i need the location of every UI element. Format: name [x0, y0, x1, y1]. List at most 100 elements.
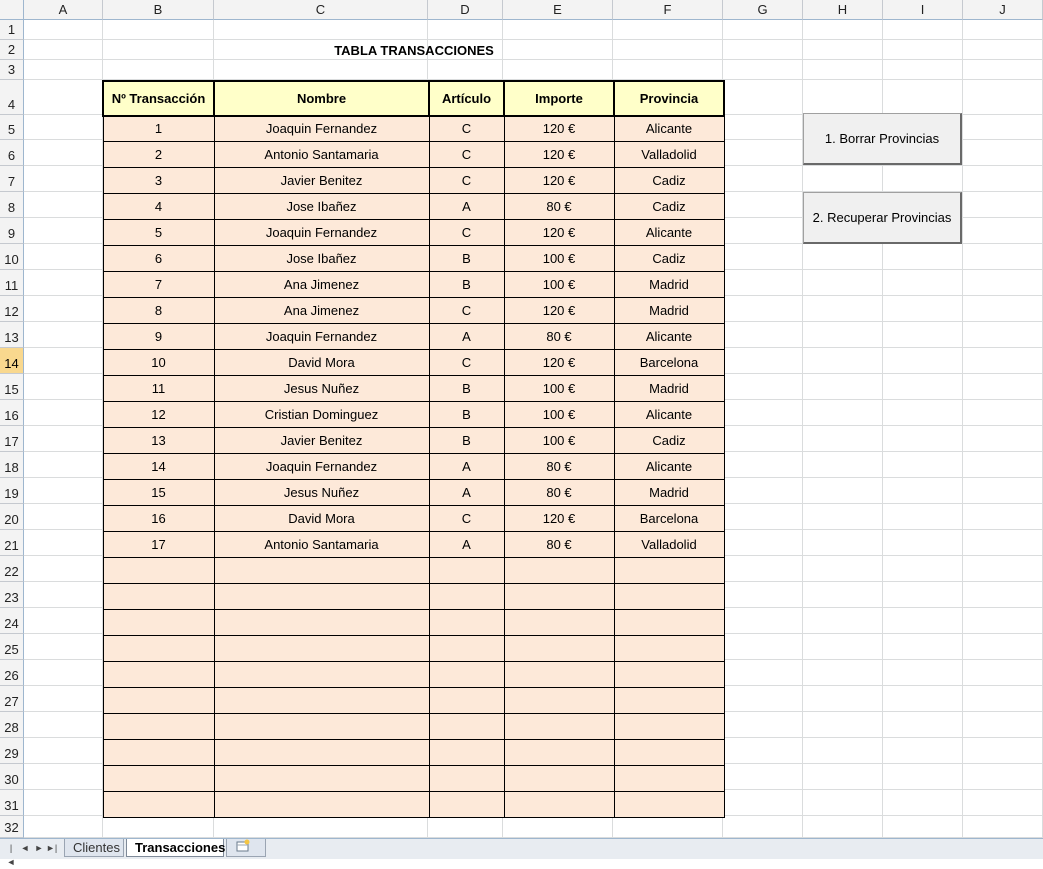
column-header-c[interactable]: C	[214, 0, 428, 20]
table-cell[interactable]: 7	[102, 270, 215, 298]
table-cell[interactable]: Jesus Nuñez	[213, 478, 430, 506]
table-cell[interactable]: Javier Benitez	[213, 426, 430, 454]
row-header-17[interactable]: 17	[0, 426, 24, 452]
empty-table-cell[interactable]	[503, 660, 615, 688]
empty-table-cell[interactable]	[428, 634, 505, 662]
empty-table-cell[interactable]	[102, 790, 215, 818]
row-header-25[interactable]: 25	[0, 634, 24, 660]
table-cell[interactable]: A	[428, 452, 505, 480]
table-cell[interactable]: 8	[102, 296, 215, 324]
empty-table-cell[interactable]	[503, 790, 615, 818]
empty-table-cell[interactable]	[102, 634, 215, 662]
empty-table-cell[interactable]	[428, 608, 505, 636]
select-all-corner[interactable]	[0, 0, 24, 20]
empty-table-cell[interactable]	[213, 660, 430, 688]
empty-table-cell[interactable]	[428, 556, 505, 584]
first-sheet-icon[interactable]: |◄	[6, 841, 16, 867]
table-cell[interactable]: Alicante	[613, 452, 725, 480]
table-cell[interactable]: Cadiz	[613, 166, 725, 194]
table-cell[interactable]: 80 €	[503, 322, 615, 350]
table-cell[interactable]: 12	[102, 400, 215, 428]
table-cell[interactable]: Joaquin Fernandez	[213, 218, 430, 246]
table-cell[interactable]: Barcelona	[613, 348, 725, 376]
row-header-18[interactable]: 18	[0, 452, 24, 478]
empty-table-cell[interactable]	[102, 686, 215, 714]
empty-table-cell[interactable]	[428, 660, 505, 688]
row-header-28[interactable]: 28	[0, 712, 24, 738]
empty-table-cell[interactable]	[613, 608, 725, 636]
empty-table-cell[interactable]	[503, 764, 615, 792]
table-cell[interactable]: Madrid	[613, 478, 725, 506]
table-cell[interactable]: Cadiz	[613, 244, 725, 272]
table-cell[interactable]: Javier Benitez	[213, 166, 430, 194]
empty-table-cell[interactable]	[503, 582, 615, 610]
empty-table-cell[interactable]	[102, 556, 215, 584]
table-cell[interactable]: Joaquin Fernandez	[213, 115, 430, 142]
empty-table-cell[interactable]	[428, 764, 505, 792]
empty-table-cell[interactable]	[613, 712, 725, 740]
column-header-b[interactable]: B	[103, 0, 214, 20]
row-header-2[interactable]: 2	[0, 40, 24, 60]
row-header-15[interactable]: 15	[0, 374, 24, 400]
empty-table-cell[interactable]	[213, 790, 430, 818]
table-cell[interactable]: 100 €	[503, 270, 615, 298]
table-cell[interactable]: 6	[102, 244, 215, 272]
empty-table-cell[interactable]	[428, 686, 505, 714]
column-header-j[interactable]: J	[963, 0, 1043, 20]
row-header-22[interactable]: 22	[0, 556, 24, 582]
table-cell[interactable]: Alicante	[613, 322, 725, 350]
table-cell[interactable]: Valladolid	[613, 530, 725, 558]
spreadsheet-grid[interactable]: ABCDEFGHIJ 1 2 3 4 5 6 7 8 9 10 11 12 13 14 15 16 17 18 19…	[0, 0, 1043, 838]
table-cell[interactable]: C	[428, 140, 505, 168]
row-header-13[interactable]: 13	[0, 322, 24, 348]
empty-table-cell[interactable]	[503, 686, 615, 714]
table-cell[interactable]: B	[428, 426, 505, 454]
table-cell[interactable]: Madrid	[613, 374, 725, 402]
table-cell[interactable]: 100 €	[503, 374, 615, 402]
column-header-h[interactable]: H	[803, 0, 883, 20]
table-cell[interactable]: C	[428, 218, 505, 246]
new-sheet-tab[interactable]	[226, 839, 266, 857]
table-cell[interactable]: Ana Jimenez	[213, 270, 430, 298]
table-cell[interactable]: Joaquin Fernandez	[213, 322, 430, 350]
tab-clientes[interactable]: Clientes	[64, 839, 124, 857]
table-cell[interactable]: Jose Ibañez	[213, 244, 430, 272]
row-header-26[interactable]: 26	[0, 660, 24, 686]
row-header-21[interactable]: 21	[0, 530, 24, 556]
header-amount[interactable]: Importe	[503, 80, 615, 117]
recuperar-provincias-button[interactable]: 2. Recuperar Provincias	[803, 192, 962, 244]
row-header-9[interactable]: 9	[0, 218, 24, 244]
table-cell[interactable]: 4	[102, 192, 215, 220]
empty-table-cell[interactable]	[613, 660, 725, 688]
table-cell[interactable]: Alicante	[613, 218, 725, 246]
empty-table-cell[interactable]	[613, 686, 725, 714]
row-header-6[interactable]: 6	[0, 140, 24, 166]
empty-table-cell[interactable]	[213, 712, 430, 740]
table-cell[interactable]: David Mora	[213, 504, 430, 532]
empty-table-cell[interactable]	[213, 634, 430, 662]
table-cell[interactable]: 16	[102, 504, 215, 532]
empty-table-cell[interactable]	[213, 582, 430, 610]
empty-table-cell[interactable]	[613, 738, 725, 766]
column-header-f[interactable]: F	[613, 0, 723, 20]
borrar-provincias-button[interactable]: 1. Borrar Provincias	[803, 113, 962, 165]
table-cell[interactable]: 5	[102, 218, 215, 246]
last-sheet-icon[interactable]: ►|	[46, 841, 57, 855]
table-cell[interactable]: 11	[102, 374, 215, 402]
empty-table-cell[interactable]	[213, 764, 430, 792]
table-cell[interactable]: C	[428, 296, 505, 324]
table-cell[interactable]: 15	[102, 478, 215, 506]
table-cell[interactable]: 120 €	[503, 504, 615, 532]
table-cell[interactable]: 9	[102, 322, 215, 350]
empty-table-cell[interactable]	[613, 764, 725, 792]
row-header-7[interactable]: 7	[0, 166, 24, 192]
table-cell[interactable]: 1	[102, 115, 215, 142]
table-cell[interactable]: 3	[102, 166, 215, 194]
empty-table-cell[interactable]	[102, 660, 215, 688]
row-header-1[interactable]: 1	[0, 20, 24, 40]
row-header-12[interactable]: 12	[0, 296, 24, 322]
table-cell[interactable]: B	[428, 374, 505, 402]
table-cell[interactable]: C	[428, 115, 505, 142]
empty-table-cell[interactable]	[102, 712, 215, 740]
table-cell[interactable]: 100 €	[503, 426, 615, 454]
